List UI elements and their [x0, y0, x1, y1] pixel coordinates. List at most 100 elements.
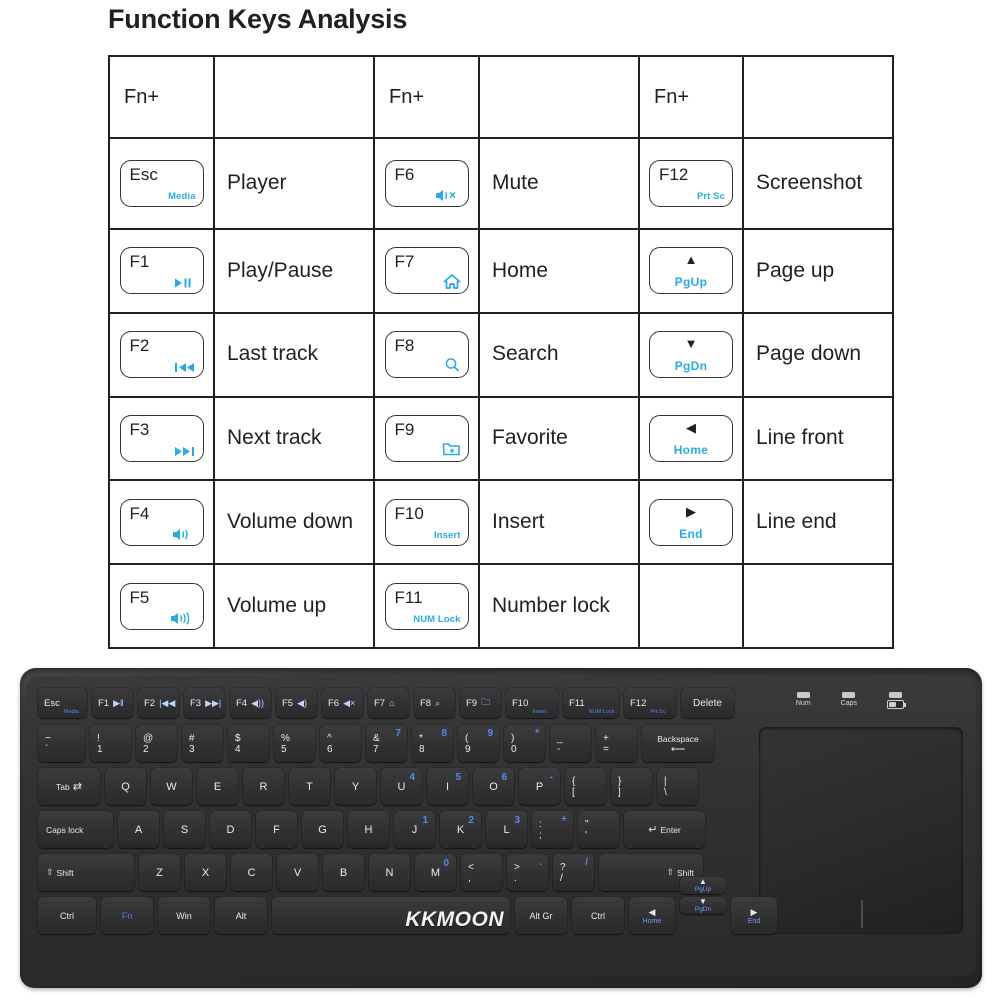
kb-key-t[interactable]: T — [289, 768, 330, 805]
kb-key-period[interactable]: >.. — [507, 854, 548, 891]
kb-key-f5[interactable]: F5 ◀) — [276, 688, 317, 718]
keycap-f1: F1 — [119, 247, 204, 295]
kb-key-4[interactable]: $4 — [228, 725, 269, 762]
kb-key-f1[interactable]: F1 ▶‖ — [92, 688, 133, 718]
kb-key-backtick[interactable]: ~ ` — [38, 725, 85, 762]
kb-key-x[interactable]: X — [185, 854, 226, 891]
kb-key-delete[interactable]: Delete — [681, 688, 734, 718]
kb-key-g[interactable]: G — [302, 811, 343, 848]
kb-key-f6[interactable]: F6 ◀× — [322, 688, 363, 718]
desc-cell-home: Home — [478, 228, 640, 314]
kb-key-backspace[interactable]: Backspace ⟵ — [642, 725, 714, 762]
kb-key-j[interactable]: J1 — [394, 811, 435, 848]
kb-key-bracket-right[interactable]: }] — [611, 768, 652, 805]
kb-key-e[interactable]: E — [197, 768, 238, 805]
desc-home: Home — [492, 258, 549, 282]
kb-key-ctrl-right[interactable]: Ctrl — [572, 897, 624, 934]
kb-key-f10[interactable]: F10 Insert — [506, 688, 558, 718]
led-bar-icon — [842, 692, 856, 698]
kb-key-q[interactable]: Q — [105, 768, 146, 805]
kb-key-arrow-down[interactable]: ▼ PgDn — [680, 897, 726, 914]
kb-key-f4[interactable]: F4 ◀)) — [230, 688, 271, 718]
kb-key-fn[interactable]: Fn — [101, 897, 153, 934]
kb-key-f11[interactable]: F11 NUM Lock — [563, 688, 619, 718]
desc-cell-last-track: Last track — [213, 311, 375, 398]
kb-key-bracket-left[interactable]: {[ — [565, 768, 606, 805]
keyboard-product-image: Num Caps Esc Media F1 ▶‖ F2 |◀◀ F3 ▶▶| F4 ◀))… — [20, 668, 982, 988]
kb-key-7[interactable]: & 7 7 — [366, 725, 407, 762]
kb-key-arrow-left[interactable]: ◀ Home — [629, 897, 675, 934]
kb-key-y[interactable]: Y — [335, 768, 376, 805]
kb-key-9[interactable]: (9 9 — [458, 725, 499, 762]
keycap-esc: Esc Media — [119, 160, 204, 207]
kb-key-3[interactable]: #3 — [182, 725, 223, 762]
previous-track-icon: |◀◀ — [159, 697, 176, 708]
kb-key-v[interactable]: V — [277, 854, 318, 891]
kb-key-ctrl-left[interactable]: Ctrl — [38, 897, 96, 934]
kb-key-f8[interactable]: F8 ⌕ — [414, 688, 455, 718]
arrow-left-icon: ◀ — [686, 419, 696, 435]
kb-key-o[interactable]: O6 — [473, 768, 514, 805]
keycap-pgdn-label: PgDn — [674, 359, 708, 374]
keycap-f10-sublabel: Insert — [434, 529, 461, 541]
kb-key-f7[interactable]: F7 ⌂ — [368, 688, 409, 718]
kb-key-semicolon[interactable]: :; + — [532, 811, 573, 848]
kb-key-equal[interactable]: + = — [596, 725, 637, 762]
kb-key-comma[interactable]: <, — [461, 854, 502, 891]
desc-play-pause: Play/Pause — [227, 258, 334, 282]
kb-key-a[interactable]: A — [118, 811, 159, 848]
kb-key-m[interactable]: M0 — [415, 854, 456, 891]
kb-key-k[interactable]: K2 — [440, 811, 481, 848]
arrow-left-icon: ⟵ — [670, 744, 686, 755]
keycap-f12: F12 Prt Sc — [649, 160, 733, 207]
kb-key-i[interactable]: I5 — [427, 768, 468, 805]
kb-key-caps-lock[interactable]: Caps lock — [38, 811, 113, 848]
kb-key-f12[interactable]: F12 Prt Sc — [624, 688, 676, 718]
kb-key-b[interactable]: B — [323, 854, 364, 891]
header-cell-blank-2 — [478, 55, 640, 139]
kb-key-l[interactable]: L3 — [486, 811, 527, 848]
kb-key-alt-left[interactable]: Alt — [215, 897, 267, 934]
kb-key-8[interactable]: * 8 8 — [412, 725, 453, 762]
kb-key-slash[interactable]: ? / / — [553, 854, 594, 891]
kb-key-esc[interactable]: Esc Media — [38, 688, 87, 718]
kb-key-f3[interactable]: F3 ▶▶| — [184, 688, 225, 718]
kb-key-alt-gr[interactable]: Alt Gr — [515, 897, 567, 934]
kb-key-f9[interactable]: F9 🗀 — [460, 688, 501, 718]
desc-cell-screenshot: Screenshot — [742, 137, 894, 230]
kb-key-space[interactable]: KKMOON — [272, 897, 510, 934]
led-bar-icon — [796, 692, 810, 698]
kb-key-r[interactable]: R — [243, 768, 284, 805]
kb-key-quote[interactable]: " ' — [578, 811, 619, 848]
kb-key-1[interactable]: ! 1 — [90, 725, 131, 762]
kb-key-shift-left[interactable]: ⇧ Shift — [38, 854, 134, 891]
kb-key-n[interactable]: N — [369, 854, 410, 891]
kb-key-0[interactable]: ) 0 * — [504, 725, 545, 762]
next-track-icon — [174, 446, 196, 457]
numpad-legend-4: 4 — [409, 772, 415, 783]
kb-key-enter[interactable]: ↵ Enter — [624, 811, 705, 848]
kb-key-2[interactable]: @2 — [136, 725, 177, 762]
kb-key-h[interactable]: H — [348, 811, 389, 848]
touchpad[interactable] — [760, 728, 962, 933]
kb-key-tab[interactable]: Tab ⇄ — [38, 768, 100, 805]
kb-key-f[interactable]: F — [256, 811, 297, 848]
kb-key-s[interactable]: S — [164, 811, 205, 848]
arrow-up-icon: ▲ — [684, 252, 698, 268]
kb-key-5[interactable]: % 5 — [274, 725, 315, 762]
kb-key-c[interactable]: C — [231, 854, 272, 891]
kb-key-arrow-right[interactable]: ▶ End — [731, 897, 777, 934]
kb-key-w[interactable]: W — [151, 768, 192, 805]
kb-key-f2[interactable]: F2 |◀◀ — [138, 688, 179, 718]
kb-key-6[interactable]: ^ 6 — [320, 725, 361, 762]
kb-key-z[interactable]: Z — [139, 854, 180, 891]
kb-key-u[interactable]: U4 — [381, 768, 422, 805]
desc-next-track: Next track — [227, 426, 322, 450]
kb-key-backslash[interactable]: | \ — [657, 768, 698, 805]
kb-key-win[interactable]: Win — [158, 897, 210, 934]
kb-key-p[interactable]: P- — [519, 768, 560, 805]
kb-key-arrow-up[interactable]: ▲ PgUp — [680, 877, 726, 894]
kb-key-d[interactable]: D — [210, 811, 251, 848]
desc-number-lock: Number lock — [492, 593, 610, 617]
kb-key-minus[interactable]: _ - — [550, 725, 591, 762]
